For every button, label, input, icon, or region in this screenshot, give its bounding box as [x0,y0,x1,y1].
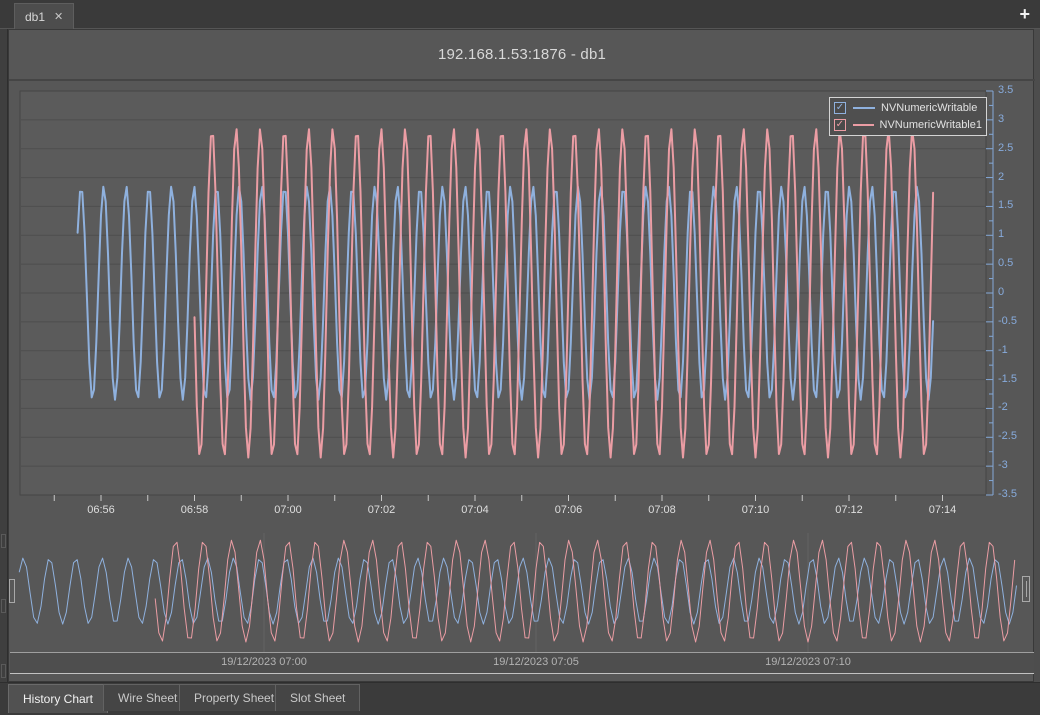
y-tick-label: 2.5 [998,142,1013,154]
legend-item: ✓ NVNumericWritable [834,100,982,116]
x-tick-label: 07:12 [835,504,863,516]
tab-slot-sheet[interactable]: Slot Sheet [275,684,360,711]
tab-db1-label: db1 [25,10,45,24]
splitter-grip [1,599,6,613]
x-tick-label: 07:10 [742,504,770,516]
splitter-grip [1,534,6,548]
y-tick-label: 3 [998,113,1004,125]
legend-checkbox-nvnumericwritable1[interactable]: ✓ [834,119,846,131]
tab-db1[interactable]: db1 ✕ [14,3,74,29]
y-tick-label: 0 [998,286,1004,298]
overview-date-bar: 19/12/2023 07:00 19/12/2023 07:05 19/12/20… [10,652,1034,674]
tab-property-sheet[interactable]: Property Sheet [179,684,289,711]
overview-left-handle[interactable] [9,579,15,603]
overview-series-NVNumericWritable1 [155,540,1015,642]
legend-checkbox-nvnumericwritable[interactable]: ✓ [834,102,846,114]
legend-line-sample [853,124,874,126]
x-tick-label: 07:06 [555,504,583,516]
new-tab-button[interactable]: + [1019,4,1030,24]
x-tick-label: 06:56 [87,504,115,516]
bottom-tab-bar: History Chart Wire Sheet Property Sheet … [0,682,1040,715]
chart-legend: ✓ NVNumericWritable ✓ NVNumericWritable1 [829,97,987,136]
x-tick-label: 07:00 [274,504,302,516]
splitter-grip [1,664,6,678]
legend-label: NVNumericWritable [881,102,977,114]
y-tick-label: -0.5 [998,315,1017,327]
tab-history-chart[interactable]: History Chart [8,684,108,713]
history-chart-view: 192.168.1.53:1876 - db1 06:5606:5807:000… [8,29,1034,682]
check-icon: ✓ [836,103,844,113]
y-tick-label: -2 [998,401,1008,413]
x-tick-label: 07:14 [929,504,957,516]
x-tick-label: 07:04 [461,504,489,516]
x-tick-label: 06:58 [181,504,209,516]
y-tick-label: -3 [998,459,1008,471]
close-icon[interactable]: ✕ [54,10,63,23]
y-tick-label: -1.5 [998,373,1017,385]
overview-date-label: 19/12/2023 07:00 [221,656,307,668]
y-tick-label: -1 [998,344,1008,356]
handle-grip [1026,581,1027,597]
overview-right-handle[interactable] [1022,576,1030,602]
x-tick-label: 07:02 [368,504,396,516]
y-tick-label: 3.5 [998,84,1013,96]
check-icon: ✓ [836,120,844,130]
y-tick-label: -2.5 [998,430,1017,442]
legend-item: ✓ NVNumericWritable1 [834,117,982,133]
y-tick-label: 1.5 [998,199,1013,211]
y-tick-label: -3.5 [998,488,1017,500]
left-splitter[interactable] [0,29,8,715]
top-tab-bar: db1 ✕ + [0,0,1040,29]
overview-date-label: 19/12/2023 07:05 [493,656,579,668]
app-window: db1 ✕ + 192.168.1.53:1876 - db1 06:5606:… [0,0,1040,715]
x-tick-label: 07:08 [648,504,676,516]
y-tick-label: 1 [998,228,1004,240]
legend-label: NVNumericWritable1 [880,119,983,131]
overview-date-label: 19/12/2023 07:10 [765,656,851,668]
legend-line-sample [853,107,875,109]
y-tick-label: 0.5 [998,257,1013,269]
y-tick-label: 2 [998,171,1004,183]
